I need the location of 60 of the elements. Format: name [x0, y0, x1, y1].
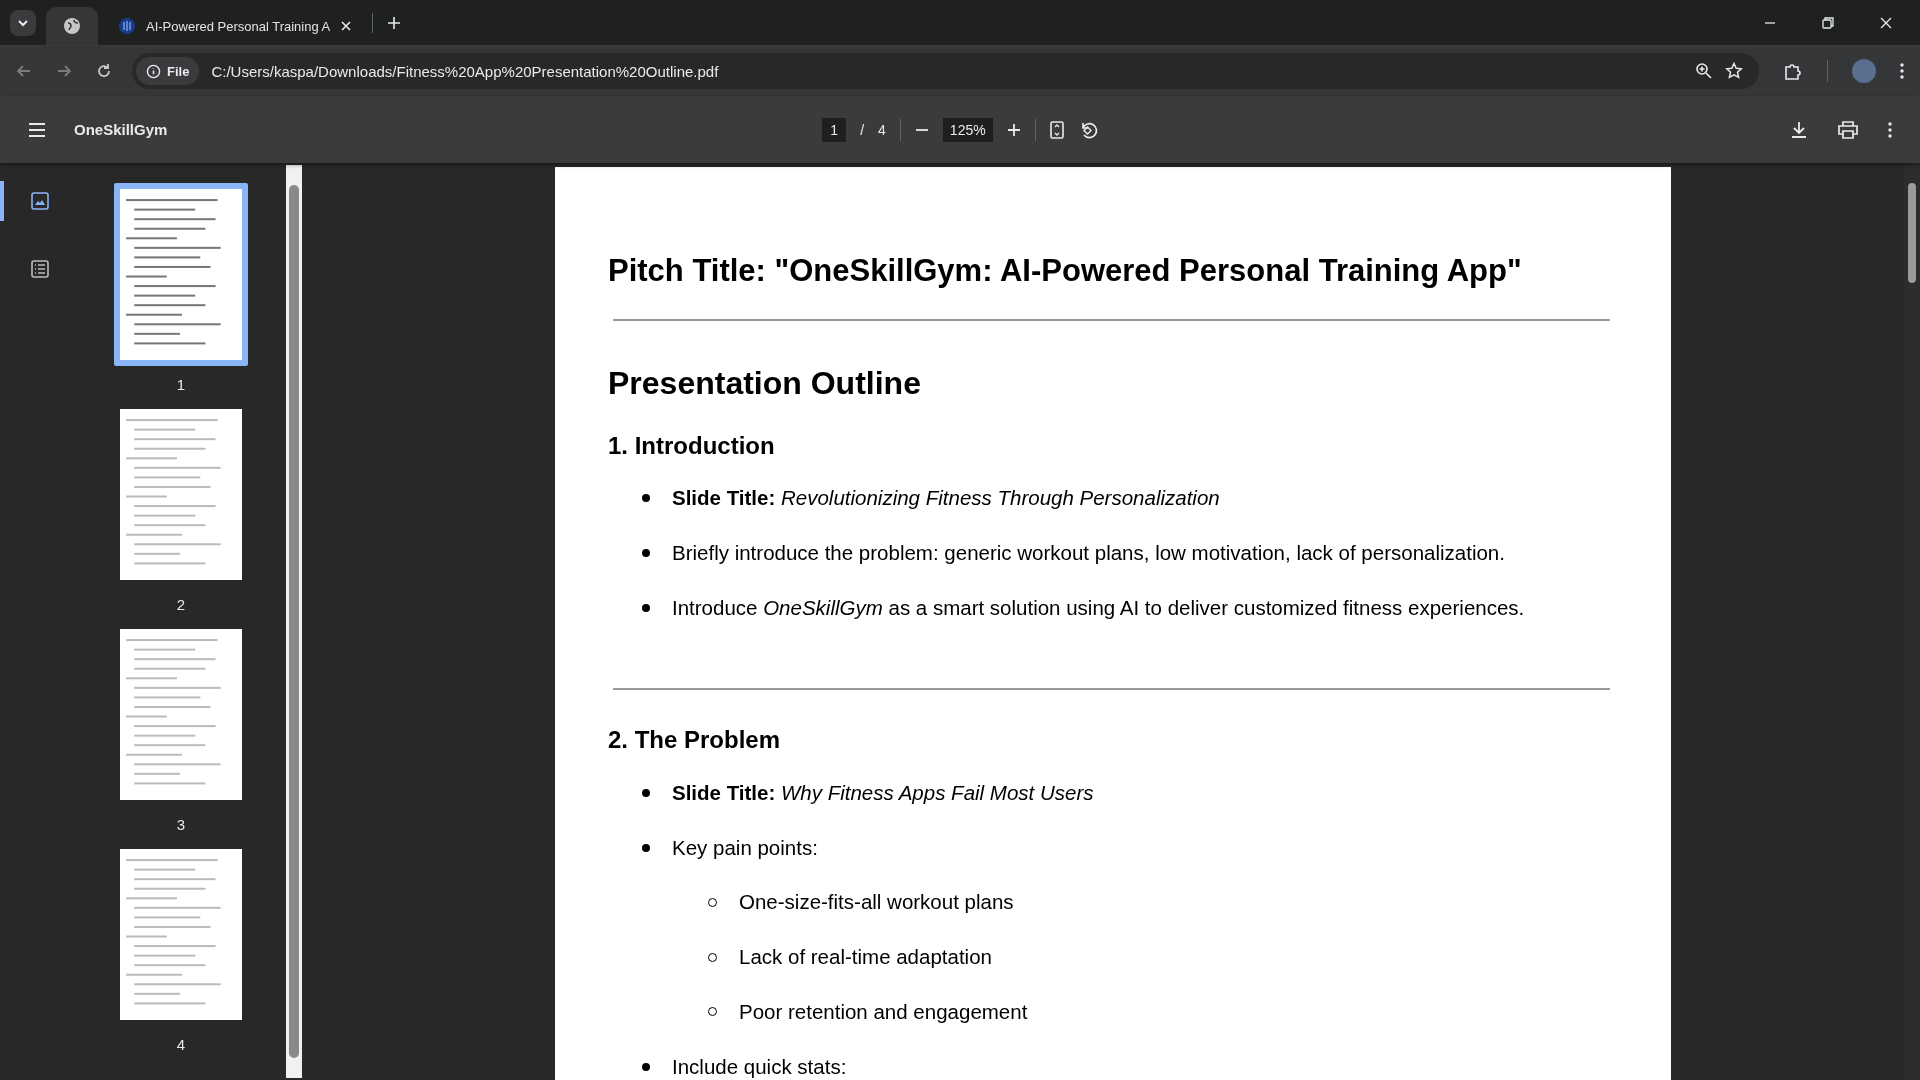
plus-icon[interactable] [387, 15, 402, 30]
scrollbar[interactable] [1904, 163, 1920, 1080]
page-count: 4 [878, 121, 886, 138]
back-arrow-icon[interactable] [16, 63, 32, 79]
info-icon [146, 63, 161, 79]
page-number-label: 3 [176, 816, 186, 833]
zoom-icon[interactable] [1695, 62, 1713, 80]
puzzle-icon[interactable] [1783, 61, 1803, 81]
document-title-heading: Pitch Title: "OneSkillGym: AI-Powered Personal Training App" [608, 253, 1523, 289]
bullet-text: Key pain points: [672, 835, 818, 860]
scrollbar[interactable] [286, 165, 302, 1078]
bullet-text: Slide Title: Why Fitness Apps Fail Most Users [672, 780, 1094, 805]
reload-icon[interactable] [96, 63, 112, 79]
kebab-menu-icon[interactable] [1888, 121, 1892, 138]
site-info-chip[interactable]: File [136, 57, 200, 85]
browser-tab[interactable]: AI-Powered Personal Training A [108, 7, 363, 45]
bullet-icon [642, 1062, 650, 1071]
bullet-icon [642, 843, 650, 852]
bullet-text: Lack of real-time adaptation [739, 945, 992, 970]
subsection-heading: 1. Introduction [608, 432, 776, 460]
pinned-tab[interactable] [46, 7, 98, 45]
restore-icon[interactable] [1822, 16, 1834, 29]
page-separator: / [860, 121, 865, 138]
list-icon [31, 260, 49, 278]
bullet-icon [642, 549, 650, 558]
menu-icon[interactable] [28, 122, 46, 137]
fit-page-icon[interactable] [1049, 120, 1064, 139]
forward-arrow-icon[interactable] [56, 63, 72, 79]
page-number-label: 4 [176, 1036, 186, 1053]
page-number-label: 2 [176, 596, 186, 613]
tab-title: AI-Powered Personal Training A [146, 18, 331, 34]
download-icon[interactable] [1790, 120, 1808, 139]
close-icon[interactable] [1880, 16, 1892, 29]
tab-search-button[interactable] [10, 9, 36, 36]
zoom-field[interactable]: 125% [942, 117, 993, 142]
close-icon[interactable] [340, 20, 353, 32]
globe-icon [63, 17, 81, 35]
bullet-text: Poor retention and engagement [739, 999, 1028, 1024]
url-text: C:/Users/kaspa/Downloads/Fitness%20App%20Presentation%20Outline.pdf [211, 62, 719, 80]
image-icon [31, 192, 49, 210]
star-icon[interactable] [1725, 62, 1743, 80]
fingerprint-icon [118, 17, 136, 35]
address-field[interactable]: File C:/Users/kaspa/Downloads/Fitness%20App%20Presentation%20Outline.pdf [132, 53, 1759, 89]
print-icon[interactable] [1838, 120, 1858, 139]
zoom-in-icon[interactable] [1006, 122, 1021, 137]
section-heading: Presentation Outline [608, 365, 922, 402]
bullet-text: Introduce OneSkillGym as a smart solution using AI to deliver customized fitness experiences. [672, 596, 1525, 620]
bullet-text: One-size-fits-all workout plans [739, 890, 1014, 915]
bullet-text: Briefly introduce the problem: generic workout plans, low motivation, lack of personalization. [672, 541, 1505, 566]
subsection-heading: 2. The Problem [608, 726, 782, 755]
bullet-text: Include quick stats: [672, 1054, 847, 1079]
bullet-icon [642, 494, 650, 503]
bullet-icon [642, 604, 650, 612]
page-number-label: 1 [176, 376, 186, 393]
kebab-menu-icon[interactable] [1900, 63, 1904, 79]
bullet-icon [642, 788, 650, 797]
document-title: OneSkillGym [74, 121, 168, 138]
page-number-field[interactable]: 1 [822, 117, 847, 142]
bullet-text: Slide Title: Revolutionizing Fitness Through Personalization [672, 486, 1220, 511]
scheme-label: File [167, 63, 190, 79]
